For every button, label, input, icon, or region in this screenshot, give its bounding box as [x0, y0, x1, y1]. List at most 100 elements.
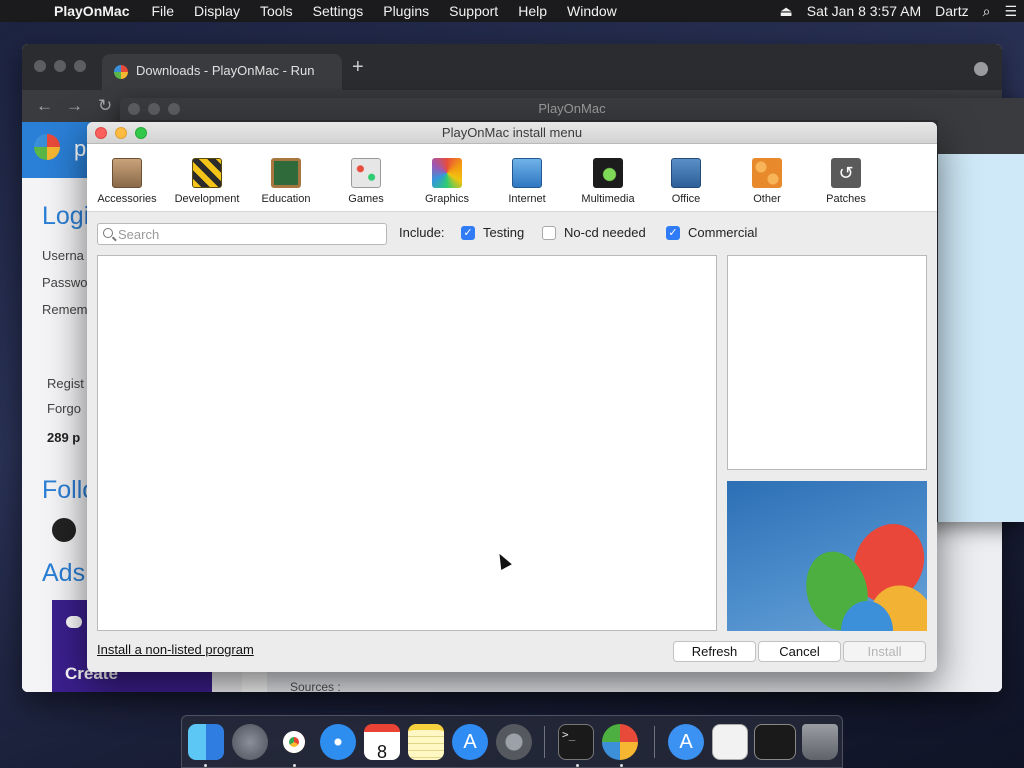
reload-icon[interactable]: ↻ [98, 96, 112, 116]
dialog-close-button[interactable] [95, 127, 107, 139]
menu-settings[interactable]: Settings [303, 3, 374, 19]
category-development[interactable]: Development [167, 158, 247, 205]
calendar-icon[interactable]: 8 [364, 724, 400, 762]
notes-icon[interactable] [408, 724, 444, 760]
browser-tab-title: Downloads - PlayOnMac - Run [136, 63, 315, 78]
browser-tab-bar: Downloads - PlayOnMac - Run + [22, 44, 1002, 90]
chrome-icon[interactable] [276, 724, 312, 760]
playonmac-main-close-button[interactable] [128, 103, 140, 115]
file-icon[interactable] [712, 724, 748, 760]
film-music-icon [593, 158, 623, 188]
browser-tab[interactable]: Downloads - PlayOnMac - Run [102, 54, 342, 90]
category-games[interactable]: Games [326, 158, 406, 205]
dock-separator [544, 726, 545, 758]
playonmac-running-indicator [620, 764, 623, 767]
category-games-label: Games [348, 193, 384, 205]
no-cd-label[interactable]: No-cd needed [564, 225, 646, 240]
category-accessories[interactable]: Accessories [87, 158, 167, 205]
dialog-minimize-button[interactable] [115, 127, 127, 139]
system-preferences-icon[interactable] [496, 724, 532, 760]
category-patches[interactable]: ↺ Patches [806, 158, 886, 205]
sources-label: Sources : [290, 680, 341, 692]
menu-window[interactable]: Window [557, 3, 627, 19]
testing-checkbox[interactable]: ✓ [461, 226, 475, 240]
github-icon[interactable] [52, 518, 76, 542]
dialog-zoom-button[interactable] [135, 127, 147, 139]
color-palette-icon [432, 158, 462, 188]
ads-heading: Ads [42, 559, 86, 587]
commercial-checkbox[interactable]: ✓ [666, 226, 680, 240]
trash-icon[interactable] [802, 724, 838, 760]
dialog-titlebar: PlayOnMac install menu [87, 122, 937, 144]
forward-arrow-icon[interactable]: → [66, 96, 83, 116]
menu-display[interactable]: Display [184, 3, 250, 19]
playonmac-main-title: PlayOnMac [120, 98, 1024, 120]
notification-center-icon[interactable]: ☰ [997, 3, 1024, 20]
playonmac-logo-icon[interactable] [34, 134, 60, 160]
category-multimedia[interactable]: Multimedia [568, 158, 648, 205]
forgot-link[interactable]: Forgo [47, 401, 81, 416]
new-tab-button[interactable]: + [352, 56, 364, 79]
playonmac-main-minimize-button[interactable] [148, 103, 160, 115]
other-icon [752, 158, 782, 188]
refresh-icon: ↺ [831, 158, 861, 188]
window-thumbnail-icon[interactable] [754, 724, 796, 760]
browser-zoom-button[interactable] [74, 60, 86, 72]
gamepad-icon [351, 158, 381, 188]
install-non-listed-link[interactable]: Install a non-listed program [97, 642, 254, 657]
playonmac-favicon-icon [114, 65, 128, 79]
launchpad-icon[interactable] [232, 724, 268, 760]
program-list[interactable] [97, 255, 717, 631]
menu-help[interactable]: Help [508, 3, 557, 19]
register-link[interactable]: Regist [47, 376, 84, 391]
chrome-running-indicator [293, 764, 296, 767]
dock: 8 A >_ A [181, 715, 843, 768]
browser-minimize-button[interactable] [54, 60, 66, 72]
dock-separator-2 [654, 726, 655, 758]
category-education[interactable]: Education [246, 158, 326, 205]
back-arrow-icon[interactable]: ← [36, 96, 53, 116]
install-button[interactable]: Install [843, 641, 926, 662]
menubar-user[interactable]: Dartz [928, 3, 975, 19]
calendar-day: 8 [376, 742, 387, 762]
category-internet[interactable]: Internet [487, 158, 567, 205]
category-other[interactable]: Other [727, 158, 807, 205]
tab-search-icon[interactable] [974, 62, 988, 76]
category-accessories-label: Accessories [97, 193, 157, 205]
playonmac-main-window-controls [128, 103, 180, 115]
playonmac-main-zoom-button[interactable] [168, 103, 180, 115]
username-label: Userna [42, 248, 84, 263]
terminal-icon[interactable]: >_ [558, 724, 594, 760]
menu-plugins[interactable]: Plugins [373, 3, 439, 19]
online-count: 289 p [47, 430, 81, 445]
cancel-button[interactable]: Cancel [758, 641, 841, 662]
search-input[interactable]: Search [97, 223, 387, 245]
downloads-app-store-icon[interactable]: A [668, 724, 704, 760]
search-placeholder: Search [118, 227, 160, 242]
menu-tools[interactable]: Tools [250, 3, 303, 19]
category-patches-label: Patches [826, 193, 866, 205]
category-graphics-label: Graphics [424, 193, 470, 205]
refresh-button[interactable]: Refresh [673, 641, 756, 662]
menu-app-name[interactable]: PlayOnMac [46, 3, 141, 19]
commercial-label[interactable]: Commercial [688, 225, 757, 240]
menu-file[interactable]: File [141, 3, 184, 19]
menu-support[interactable]: Support [439, 3, 508, 19]
finder-icon[interactable] [188, 724, 224, 760]
clover-logo-graphic [806, 524, 927, 631]
app-store-icon[interactable]: A [452, 724, 488, 760]
menubar-clock[interactable]: Sat Jan 8 3:57 AM [800, 3, 928, 19]
playonmac-dock-icon[interactable] [602, 724, 638, 760]
testing-label[interactable]: Testing [483, 225, 524, 240]
install-menu-dialog: PlayOnMac install menu Accessories Devel… [87, 122, 937, 672]
calculator-icon [112, 158, 142, 188]
playonmac-clover-logo [727, 481, 927, 631]
safari-icon[interactable] [320, 724, 356, 760]
program-description-pane [727, 255, 927, 470]
category-graphics[interactable]: Graphics [407, 158, 487, 205]
browser-close-button[interactable] [34, 60, 46, 72]
eject-icon[interactable]: ⏏ [773, 3, 800, 20]
spotlight-search-icon[interactable]: ⌕ [976, 3, 998, 20]
category-office[interactable]: Office [646, 158, 726, 205]
no-cd-checkbox[interactable] [542, 226, 556, 240]
